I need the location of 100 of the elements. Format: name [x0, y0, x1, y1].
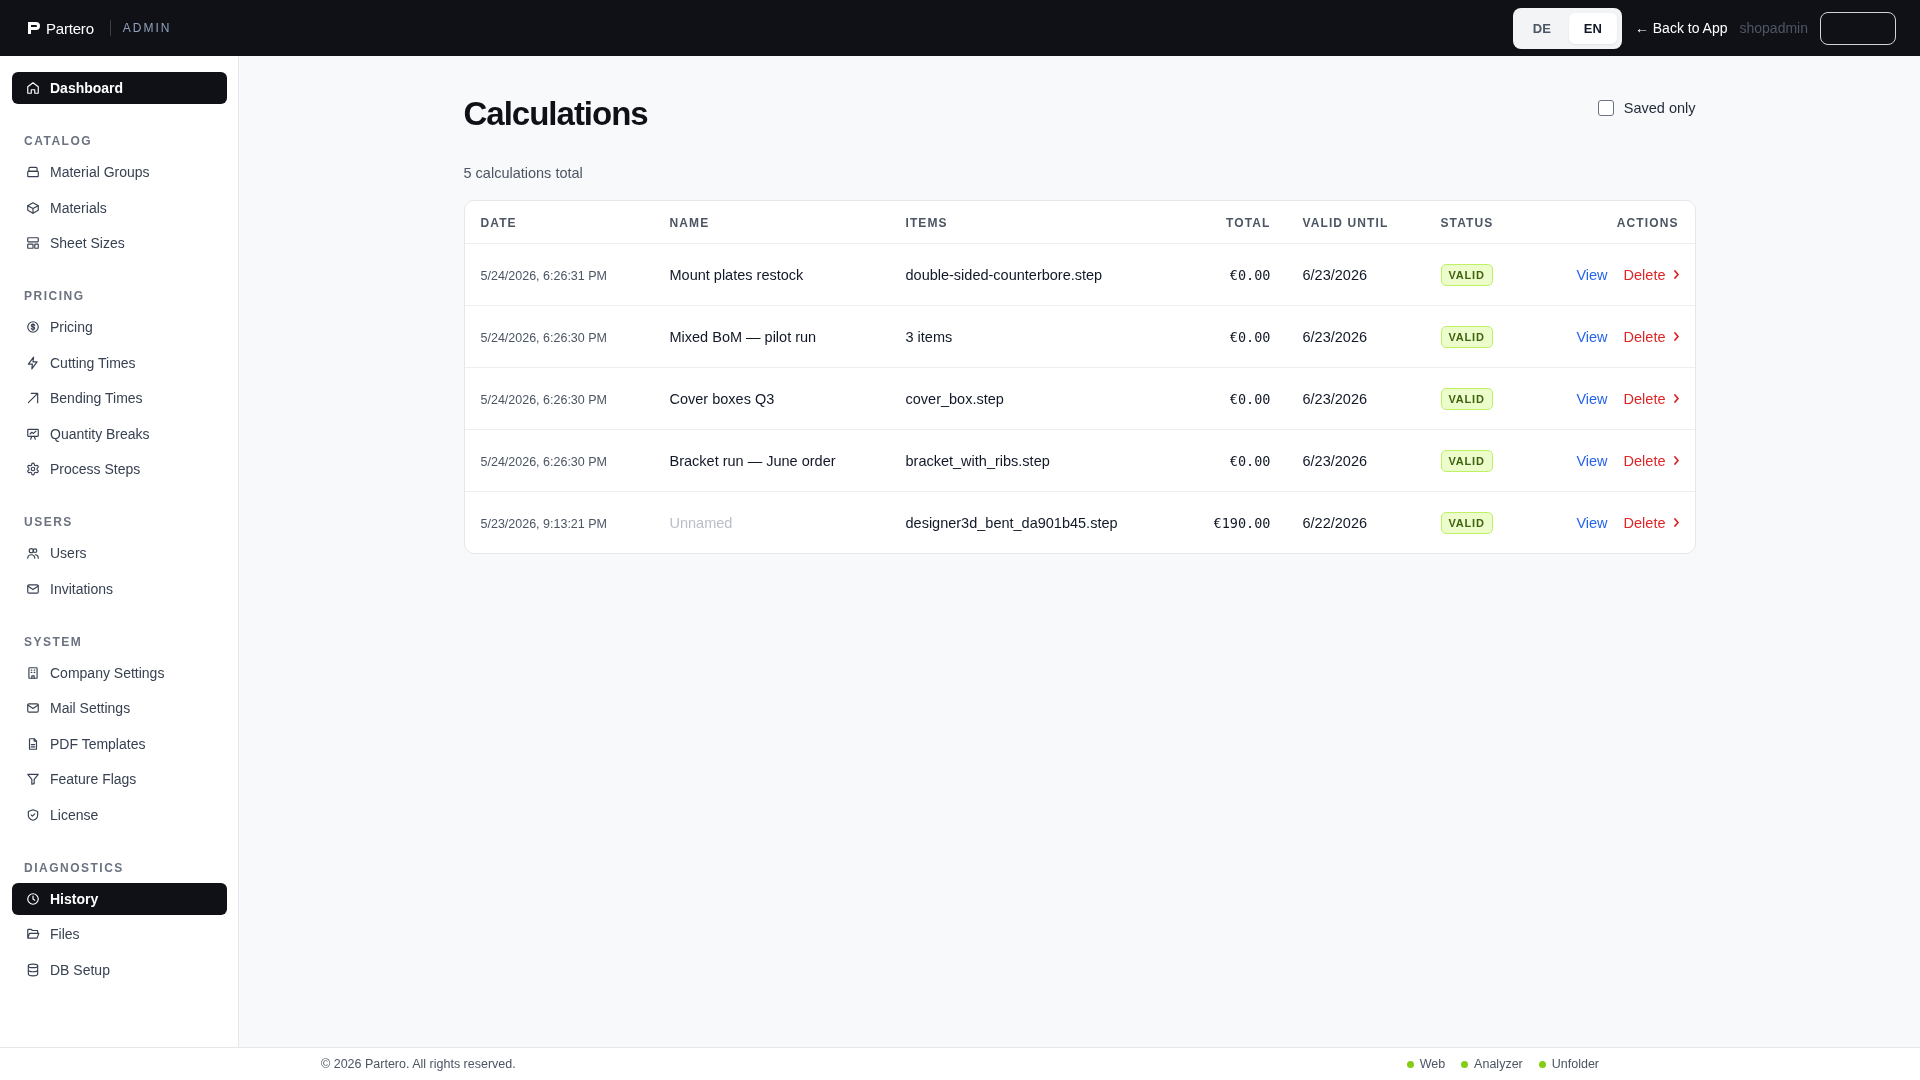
view-link[interactable]: View — [1576, 390, 1608, 407]
total-amount: €0.00 — [1229, 328, 1271, 345]
column-header: ACTIONS — [1616, 216, 1679, 230]
home-icon — [26, 81, 40, 95]
items-text: 3 items — [905, 328, 953, 345]
total-amount: €190.00 — [1213, 514, 1271, 531]
total-amount: €0.00 — [1229, 266, 1271, 283]
checkbox[interactable] — [1597, 100, 1614, 116]
view-link[interactable]: View — [1576, 452, 1608, 469]
sidebar-item[interactable]: Materials — [12, 191, 227, 224]
delete-link[interactable]: Delete — [1623, 266, 1679, 283]
view-link[interactable]: View — [1576, 266, 1608, 283]
calculation-name: Bracket run — June order — [669, 452, 836, 469]
users-icon — [26, 546, 40, 560]
service-label: Unfolder — [1551, 1057, 1599, 1071]
calculation-name: Cover boxes Q3 — [669, 390, 775, 407]
section-heading: SYSTEM — [23, 633, 83, 651]
date-text: 5/24/2026, 6:26:31 PM — [480, 268, 607, 283]
total-amount: €0.00 — [1229, 390, 1271, 407]
status-badge: VALID — [1440, 325, 1493, 348]
lightning-icon — [26, 355, 40, 370]
sidebar-item[interactable]: Pricing — [12, 311, 227, 343]
sidebar-item[interactable]: Dashboard — [12, 72, 227, 104]
language-option[interactable]: DE — [1517, 12, 1566, 44]
date-text: 5/24/2026, 6:26:30 PM — [480, 454, 607, 469]
items-text: cover_box.step — [905, 390, 1004, 407]
diagonal-arrow-icon — [26, 391, 40, 405]
sidebar-item[interactable]: Users — [12, 537, 227, 569]
valid-until-date: 6/23/2026 — [1302, 328, 1367, 345]
calculation-name: Mount plates restock — [669, 266, 804, 283]
delete-link[interactable]: Delete — [1623, 452, 1679, 469]
sidebar-item[interactable]: Company Settings — [12, 656, 227, 689]
outline-button[interactable] — [1820, 11, 1896, 45]
checkbox-label[interactable]: Saved only — [1623, 100, 1696, 116]
sidebar-item[interactable]: Mail Settings — [12, 692, 227, 724]
dollar-circle-icon — [26, 320, 40, 334]
status-badge: VALID — [1440, 263, 1493, 286]
chart-board-icon — [26, 426, 40, 441]
admin-label: ADMIN — [122, 21, 172, 35]
column-header: NAME — [669, 216, 710, 230]
delete-link[interactable]: Delete — [1623, 328, 1679, 345]
section-heading: PRICING — [23, 288, 85, 305]
page-title: Calculations — [463, 94, 648, 134]
results-count: 5 calculations total — [463, 164, 583, 183]
sidebar-item[interactable]: Sheet Sizes — [12, 227, 227, 259]
valid-until-date: 6/23/2026 — [1302, 452, 1367, 469]
valid-until-date: 6/23/2026 — [1302, 266, 1367, 283]
chevron-right-icon — [1673, 518, 1679, 527]
copyright-text: © 2026 Partero. All rights reserved. — [321, 1057, 516, 1071]
gear-icon — [26, 462, 40, 476]
column-header: DATE — [480, 216, 517, 230]
chevron-right-icon — [1673, 332, 1679, 341]
sidebar-item[interactable]: Feature Flags — [12, 763, 227, 795]
logo-icon — [28, 22, 40, 34]
status-badge: VALID — [1440, 387, 1493, 410]
sidebar-item[interactable]: PDF Templates — [12, 727, 227, 760]
sidebar-item[interactable]: DB Setup — [12, 953, 227, 986]
column-header: VALID UNTIL — [1302, 216, 1389, 230]
sidebar-item[interactable]: History — [12, 882, 227, 915]
sidebar-item[interactable]: Cutting Times — [12, 346, 227, 379]
service-label: Analyzer — [1474, 1057, 1523, 1071]
mail-icon — [26, 581, 40, 596]
back-to-app-link[interactable]: ← Back to App — [1634, 20, 1728, 36]
building-icon — [26, 665, 40, 680]
total-amount: €0.00 — [1229, 452, 1271, 469]
view-link[interactable]: View — [1576, 514, 1608, 531]
items-text: designer3d_bent_da901b45.step — [905, 514, 1118, 531]
shield-check-icon — [26, 807, 40, 822]
date-text: 5/23/2026, 9:13:21 PM — [480, 516, 607, 531]
funnel-icon — [26, 772, 40, 786]
status-badge: VALID — [1440, 449, 1493, 472]
sidebar-item[interactable]: Bending Times — [12, 382, 227, 414]
chevron-right-icon — [1673, 270, 1679, 279]
sidebar-item[interactable]: Material Groups — [12, 156, 227, 188]
date-text: 5/24/2026, 6:26:30 PM — [480, 392, 607, 407]
sidebar-item[interactable]: License — [12, 798, 227, 831]
view-link[interactable]: View — [1576, 328, 1608, 345]
status-badge: VALID — [1440, 511, 1493, 534]
calculation-name: Unnamed — [669, 514, 733, 531]
cube-icon — [26, 200, 40, 215]
language-option[interactable]: EN — [1568, 12, 1617, 44]
chevron-right-icon — [1673, 394, 1679, 403]
username: shopadmin — [1739, 20, 1808, 36]
items-text: double-sided-counterbore.step — [905, 266, 1103, 283]
section-heading: USERS — [23, 514, 73, 531]
layout-icon — [26, 236, 40, 250]
section-heading: CATALOG — [23, 133, 93, 150]
sidebar-item[interactable]: Quantity Breaks — [12, 417, 227, 450]
chevron-right-icon — [1673, 456, 1679, 465]
sidebar-item[interactable]: Process Steps — [12, 453, 227, 485]
sidebar-item[interactable]: Files — [12, 918, 227, 950]
valid-until-date: 6/22/2026 — [1302, 514, 1367, 531]
delete-link[interactable]: Delete — [1623, 514, 1679, 531]
valid-until-date: 6/23/2026 — [1302, 390, 1367, 407]
service-label: Web — [1419, 1057, 1446, 1071]
delete-link[interactable]: Delete — [1623, 390, 1679, 407]
brand-name: Partero — [46, 19, 94, 37]
calculation-name: Mixed BoM — pilot run — [669, 328, 817, 345]
sidebar-item[interactable]: Invitations — [12, 572, 227, 605]
document-icon — [26, 736, 40, 751]
